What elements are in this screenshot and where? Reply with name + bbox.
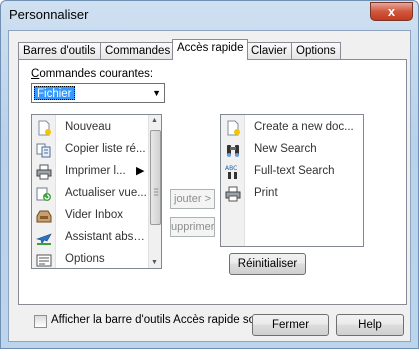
new-document-icon — [225, 120, 241, 136]
commands-dropdown-value: Fichier — [34, 86, 75, 100]
tab-commands[interactable]: Commandes — [100, 42, 176, 60]
list-item[interactable]: Create a new doc... — [221, 117, 361, 139]
refresh-view-icon — [36, 186, 52, 202]
title-bar[interactable]: Personnaliser x — [1, 1, 418, 31]
quick-access-panel: Commandes courantes: Fichier ▼ Nouveau C… — [18, 59, 407, 328]
scroll-thumb[interactable]: ═ ═ ═ — [150, 130, 161, 225]
list-item[interactable]: ABC Full-text Search — [221, 161, 361, 183]
customize-dialog: Personnaliser x Barres d'outils Commande… — [0, 0, 419, 349]
binoculars-icon — [225, 142, 241, 158]
list-item[interactable]: Nouveau — [32, 117, 150, 139]
tab-options[interactable]: Options — [291, 42, 341, 60]
tab-quick-access[interactable]: Accès rapide — [172, 39, 249, 60]
add-button[interactable]: jouter > — [170, 189, 215, 209]
new-document-icon — [36, 120, 52, 136]
printer-icon — [36, 164, 52, 180]
available-commands-list[interactable]: Nouveau Copier liste ré... Imprimer l...… — [31, 114, 162, 269]
abc-search-icon: ABC — [225, 164, 241, 180]
remove-button[interactable]: upprimer — [170, 217, 215, 237]
tab-keyboard[interactable]: Clavier — [246, 42, 292, 60]
dropdown-arrow-icon[interactable]: ▼ — [152, 88, 161, 98]
quick-access-list[interactable]: Create a new doc... New Search ABC Full-… — [220, 114, 364, 247]
close-window-button[interactable]: x — [370, 2, 413, 21]
left-list-scrollbar[interactable]: ▲ ═ ═ ═ ▼ — [148, 115, 161, 268]
commands-dropdown[interactable]: Fichier ▼ — [31, 83, 165, 103]
help-button[interactable]: Help — [336, 314, 404, 336]
show-below-ribbon-checkbox[interactable] — [34, 315, 47, 328]
dialog-body: Barres d'outils Commandes Accès rapide C… — [8, 30, 411, 342]
printer-icon — [225, 186, 241, 202]
list-item[interactable]: Assistant abse... — [32, 227, 150, 249]
list-item[interactable]: Actualiser vue... — [32, 183, 150, 205]
window-title: Personnaliser — [9, 7, 89, 22]
close-button[interactable]: Fermer — [252, 314, 329, 336]
list-item[interactable]: Copier liste ré... — [32, 139, 150, 161]
list-item[interactable]: Options — [32, 249, 150, 268]
scroll-up-icon[interactable]: ▲ — [151, 117, 158, 124]
submenu-arrow-icon[interactable]: ▶ — [136, 164, 144, 177]
list-item[interactable]: Print — [221, 183, 361, 205]
airplane-icon — [35, 230, 52, 246]
list-item[interactable]: New Search — [221, 139, 361, 161]
options-icon — [36, 252, 52, 268]
reset-button[interactable]: Réinitialiser — [229, 253, 306, 275]
copy-list-icon — [36, 142, 52, 158]
commands-label: Commandes courantes: — [31, 68, 154, 80]
scroll-down-icon[interactable]: ▼ — [151, 259, 158, 266]
list-item[interactable]: Imprimer l... ▶ — [32, 161, 150, 183]
tab-toolbars[interactable]: Barres d'outils — [18, 42, 101, 60]
svg-text:ABC: ABC — [225, 165, 237, 172]
inbox-tray-icon — [36, 208, 52, 224]
list-item[interactable]: Vider Inbox — [32, 205, 150, 227]
grip-icon: ═ ═ ═ — [154, 187, 159, 199]
